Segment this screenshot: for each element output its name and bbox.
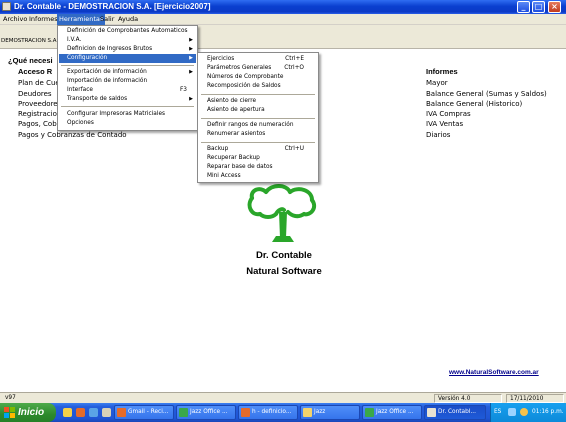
- shortcut-label: F3: [179, 87, 187, 93]
- link-iva-compras[interactable]: IVA Compras: [426, 109, 471, 119]
- menu-separator: [61, 65, 194, 66]
- configuracion-submenu: Ejercicios Ctrl+E Parámetros Generales Ctr…: [197, 52, 319, 183]
- link-deudores[interactable]: Deudores: [18, 89, 52, 99]
- menu-item-iva[interactable]: I.V.A. ▶: [59, 36, 196, 45]
- link-diarios[interactable]: Diarios: [426, 130, 450, 140]
- menu-item-reparar-base[interactable]: Reparar base de datos: [199, 163, 317, 172]
- taskbar: Inicio Gmail - Reci... Jazz Office ... h…: [0, 403, 566, 422]
- acceso-rapido-heading: Acceso R: [18, 67, 53, 76]
- herramientas-menu: Definición de Comprobantes Automaticos I…: [57, 25, 198, 131]
- network-icon[interactable]: [508, 408, 516, 416]
- task-jazz-office-1[interactable]: Jazz Office ...: [176, 405, 236, 420]
- page-question: ¿Qué necesi: [8, 56, 53, 65]
- browser-icon: [241, 408, 250, 417]
- submenu-arrow-icon: ▶: [189, 46, 193, 52]
- link-mayor[interactable]: Mayor: [426, 78, 448, 88]
- menu-item-impresoras-matriciales[interactable]: Configurar Impresoras Matriciales: [59, 110, 196, 119]
- language-indicator[interactable]: ES: [494, 403, 501, 422]
- submenu-arrow-icon: ▶: [189, 96, 193, 102]
- submenu-arrow-icon: ▶: [189, 37, 193, 43]
- menu-separator: [201, 142, 315, 143]
- menu-item-interface[interactable]: Interface F3: [59, 86, 196, 95]
- start-label: Inicio: [18, 407, 45, 418]
- volume-icon[interactable]: [520, 408, 528, 416]
- link-registraciones[interactable]: Registracio: [18, 109, 57, 119]
- submenu-arrow-icon: ▶: [189, 69, 193, 75]
- windows-flag-icon: [4, 407, 15, 418]
- app-icon: [427, 408, 436, 417]
- menu-item-recuperar-backup[interactable]: Recuperar Backup: [199, 154, 317, 163]
- menu-item-asiento-cierre[interactable]: Asiento de cierre: [199, 97, 317, 106]
- status-date: 17/11/2010: [506, 394, 564, 403]
- menu-bar: Archivo Informes Herramientas Salir Ayud…: [0, 14, 566, 25]
- menu-item-opciones[interactable]: Opciones: [59, 119, 196, 128]
- link-balance-sumas-saldos[interactable]: Balance General (Sumas y Saldos): [426, 89, 547, 99]
- menu-item-ingresos-brutos[interactable]: Definicion de Ingresos Brutos ▶: [59, 45, 196, 54]
- menu-item-recomposicion-saldos[interactable]: Recomposición de Saldos: [199, 82, 317, 91]
- explorer-quicklaunch-icon[interactable]: [63, 408, 72, 417]
- clock[interactable]: 01:16 p.m.: [532, 403, 564, 422]
- menu-item-importacion[interactable]: Importación de información: [59, 77, 196, 86]
- minimize-button[interactable]: _: [517, 1, 530, 13]
- close-button[interactable]: ×: [548, 1, 561, 13]
- jazz-icon: [365, 408, 374, 417]
- menu-item-renumerar-asientos[interactable]: Renumerar asientos: [199, 130, 317, 139]
- system-tray: ES 01:16 p.m.: [490, 403, 566, 422]
- folder-icon: [303, 408, 312, 417]
- tree-logo: [247, 184, 317, 242]
- menu-salir[interactable]: Salir: [98, 14, 116, 25]
- jazz-icon: [179, 408, 188, 417]
- shortcut-label: Ctrl+U: [284, 146, 304, 152]
- brand-tagline: Natural Software: [246, 266, 322, 277]
- task-jazz-office-2[interactable]: Jazz Office ...: [362, 405, 422, 420]
- ie-quicklaunch-icon[interactable]: [89, 408, 98, 417]
- link-proveedores[interactable]: Proveedore: [18, 99, 58, 109]
- link-pagos-cobranzas-contado[interactable]: Pagos y Cobranzas de Contado: [18, 130, 127, 140]
- start-button[interactable]: Inicio: [0, 403, 56, 422]
- link-plan-de-cuentas[interactable]: Plan de Cue: [18, 78, 60, 88]
- menu-item-exportacion[interactable]: Exportación de información ▶: [59, 68, 196, 77]
- menu-item-transporte-saldos[interactable]: Transporte de saldos ▶: [59, 95, 196, 104]
- title-bar[interactable]: Dr. Contable - DEMOSTRACION S.A. [Ejerci…: [0, 0, 566, 14]
- submenu-arrow-icon: ▶: [189, 55, 193, 61]
- status-version: Versión 4.0: [434, 394, 502, 403]
- status-bar: v97 Versión 4.0 17/11/2010: [0, 392, 566, 403]
- menu-informes[interactable]: Informes: [27, 14, 60, 25]
- browser-icon: [117, 408, 126, 417]
- menu-separator: [201, 118, 315, 119]
- link-iva-ventas[interactable]: IVA Ventas: [426, 119, 463, 129]
- menu-separator: [201, 94, 315, 95]
- task-gmail[interactable]: Gmail - Reci...: [114, 405, 174, 420]
- status-left: v97: [5, 395, 16, 401]
- task-dr-contable[interactable]: Dr. Contabl...: [424, 405, 486, 420]
- menu-item-backup[interactable]: Backup Ctrl+U: [199, 145, 317, 154]
- menu-item-rangos-numeracion[interactable]: Definir rangos de numeración: [199, 121, 317, 130]
- app-icon: [2, 2, 11, 11]
- shortcut-label: Ctrl+E: [285, 56, 304, 62]
- brand-name: Dr. Contable: [256, 250, 312, 261]
- website-link[interactable]: www.NaturalSoftware.com.ar: [449, 369, 539, 376]
- company-name: DEMOSTRACION S.A.: [1, 38, 59, 44]
- menu-archivo[interactable]: Archivo: [1, 14, 29, 25]
- menu-item-ejercicios[interactable]: Ejercicios Ctrl+E: [199, 55, 317, 64]
- menu-item-comprobantes-automaticos[interactable]: Definición de Comprobantes Automaticos: [59, 27, 196, 36]
- window-title: Dr. Contable - DEMOSTRACION S.A. [Ejerci…: [14, 2, 211, 11]
- shortcut-label: Ctrl+O: [284, 65, 304, 71]
- task-definicion[interactable]: h - definicio...: [238, 405, 298, 420]
- menu-item-configuracion[interactable]: Configuración ▶: [59, 54, 196, 63]
- firefox-quicklaunch-icon[interactable]: [76, 408, 85, 417]
- link-balance-historico[interactable]: Balance General (Historico): [426, 99, 522, 109]
- menu-item-numeros-comprobante[interactable]: Números de Comprobante: [199, 73, 317, 82]
- task-jazz-folder[interactable]: Jazz: [300, 405, 360, 420]
- desktop-quicklaunch-icon[interactable]: [102, 408, 111, 417]
- menu-ayuda[interactable]: Ayuda: [116, 14, 140, 25]
- maximize-button[interactable]: □: [532, 1, 545, 13]
- link-pagos-cobranzas[interactable]: Pagos, Cob: [18, 119, 57, 129]
- informes-heading: Informes: [426, 67, 458, 76]
- menu-item-mini-access[interactable]: Mini Access: [199, 172, 317, 181]
- menu-item-asiento-apertura[interactable]: Asiento de apertura: [199, 106, 317, 115]
- menu-item-parametros-generales[interactable]: Parámetros Generales Ctrl+O: [199, 64, 317, 73]
- menu-separator: [61, 106, 194, 107]
